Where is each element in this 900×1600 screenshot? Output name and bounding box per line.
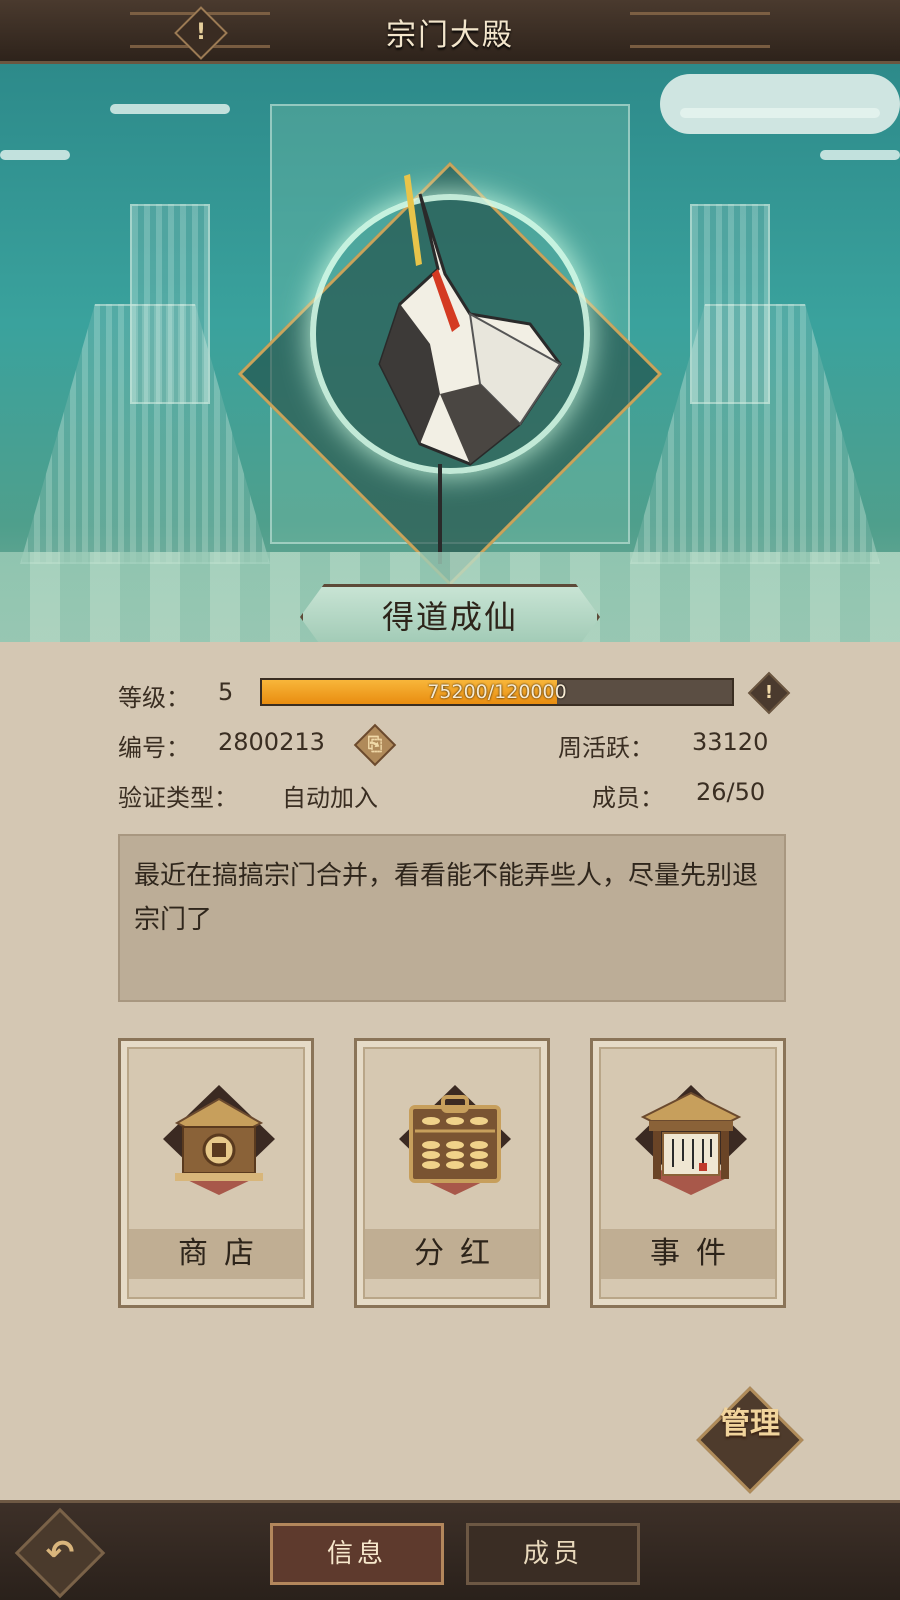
back-arrow-icon: ↶: [45, 1533, 75, 1573]
manage-button-label: 管理: [720, 1406, 780, 1442]
event-card[interactable]: 事件: [590, 1038, 786, 1308]
copy-id-button[interactable]: ⎘: [353, 723, 397, 767]
top-title-bar: ! 宗门大殿: [0, 0, 900, 64]
shop-card-label: 商店: [129, 1229, 303, 1279]
back-button[interactable]: ↶: [14, 1507, 106, 1599]
tab-info[interactable]: 信息: [270, 1523, 444, 1585]
event-scroll-icon: [635, 1085, 747, 1195]
page-title: 宗门大殿: [386, 18, 514, 53]
sect-name: 得道成仙: [381, 598, 518, 636]
sect-name-plaque: 得道成仙: [300, 584, 600, 642]
shop-card[interactable]: 商店: [118, 1038, 314, 1308]
manage-button[interactable]: 管理: [696, 1386, 804, 1494]
bottom-bar: ↶ 信息 成员: [0, 1500, 900, 1600]
exclamation-icon: !: [764, 682, 774, 703]
level-value: 5: [218, 678, 234, 706]
weekly-activity-value: 33120: [692, 728, 769, 756]
id-value: 2800213: [218, 728, 325, 756]
weekly-activity-label: 周活跃：: [558, 734, 654, 762]
event-card-label: 事件: [601, 1229, 775, 1279]
members-value: 26/50: [696, 778, 766, 806]
sect-banner: 得道成仙: [0, 64, 900, 642]
verify-type-label: 验证类型：: [118, 784, 238, 812]
level-info-button[interactable]: !: [747, 671, 791, 715]
xp-progress-text: 75200/120000: [427, 681, 567, 703]
shop-icon: [163, 1085, 275, 1195]
sect-announcement: 最近在搞搞宗门合并，看看能不能弄些人，尽量先别退宗门了: [118, 834, 786, 1002]
level-label: 等级：: [118, 684, 190, 712]
dividend-card[interactable]: 分红: [354, 1038, 550, 1308]
abacus-icon: [399, 1085, 511, 1195]
members-label: 成员：: [592, 784, 664, 812]
verify-type-value: 自动加入: [282, 784, 378, 812]
id-label: 编号：: [118, 734, 190, 762]
xp-progress-bar: 75200/120000: [260, 678, 734, 706]
copy-icon: ⎘: [367, 734, 383, 755]
dividend-card-label: 分红: [365, 1229, 539, 1279]
tab-members[interactable]: 成员: [466, 1523, 640, 1585]
